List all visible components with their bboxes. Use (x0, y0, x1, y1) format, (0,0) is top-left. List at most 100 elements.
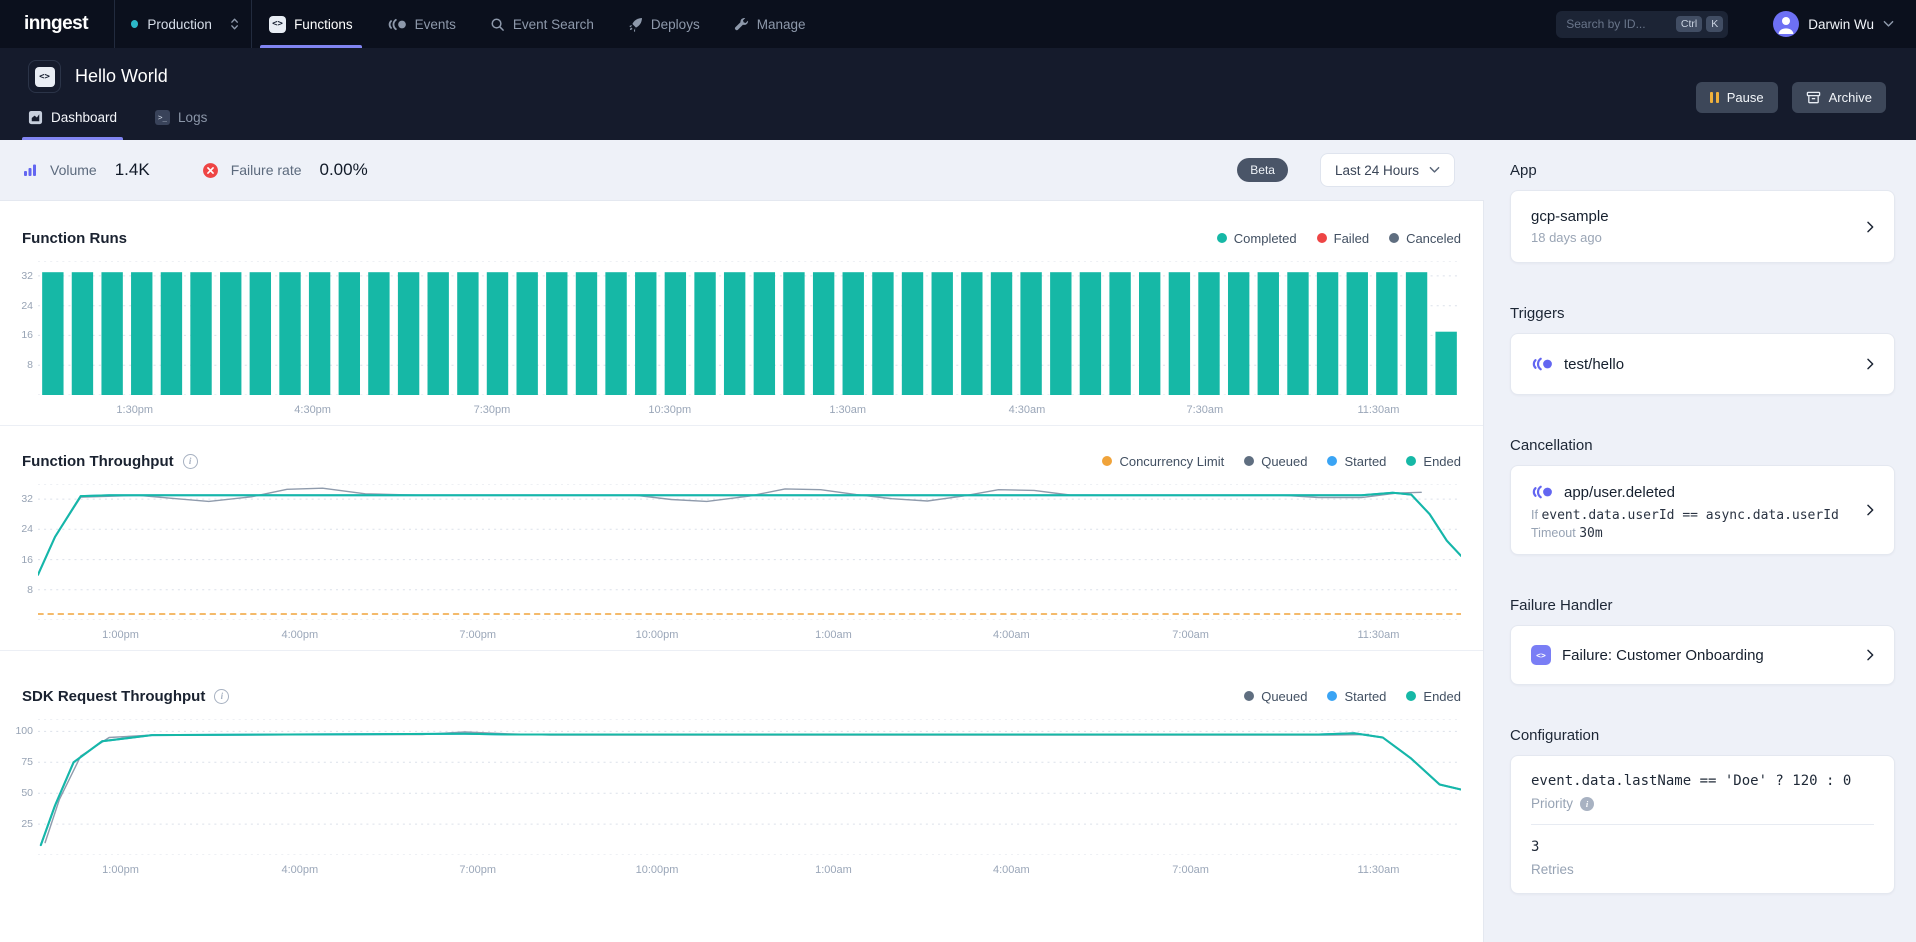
avatar (1773, 11, 1799, 37)
environment-label: Production (147, 17, 212, 32)
cancellation-event: app/user.deleted (1564, 484, 1675, 501)
functions-icon: <> (269, 16, 286, 33)
pause-button[interactable]: Pause (1696, 82, 1778, 113)
cancellation-card[interactable]: app/user.deleted If event.data.userId ==… (1510, 465, 1895, 555)
environment-status-dot (131, 20, 138, 28)
time-range-select[interactable]: Last 24 Hours (1320, 153, 1455, 187)
nav-event-search[interactable]: Event Search (473, 0, 611, 48)
y-axis-labels: 8162432 (12, 484, 38, 620)
terminal-icon: >_ (155, 110, 170, 125)
priority-label: Priority i (1531, 796, 1874, 811)
legend-dot (1217, 233, 1227, 243)
chevron-right-icon (1862, 647, 1878, 663)
legend-dot (1102, 456, 1112, 466)
cancellation-heading: Cancellation (1510, 437, 1895, 455)
bar-plot (38, 261, 1461, 395)
search-box[interactable]: Ctrl K (1556, 11, 1728, 38)
legend-item[interactable]: Started (1327, 689, 1386, 704)
config-divider: 3 Retries (1531, 824, 1874, 877)
inngest-logo[interactable]: inngest (0, 0, 114, 48)
nav-events[interactable]: Events (370, 0, 473, 48)
legend-item[interactable]: Queued (1244, 454, 1307, 469)
chart-title: SDK Request Throughput (22, 688, 205, 705)
user-menu[interactable]: Darwin Wu (1751, 11, 1916, 37)
x-axis-labels: 1:30pm4:30pm7:30pm10:30pm1:30am4:30am7:3… (38, 395, 1461, 425)
chevron-right-icon (1862, 502, 1878, 518)
user-name: Darwin Wu (1808, 17, 1874, 32)
cancellation-timeout: Timeout 30m (1531, 526, 1850, 541)
legend-item[interactable]: Canceled (1389, 231, 1461, 246)
legend-item[interactable]: Completed (1217, 231, 1297, 246)
archive-icon (1806, 90, 1821, 105)
legend-item[interactable]: Ended (1406, 454, 1461, 469)
chart-legend: Queued Started Ended (1244, 689, 1461, 704)
legend-item[interactable]: Ended (1406, 689, 1461, 704)
failure-rate-value: 0.00% (320, 160, 368, 180)
function-throughput-chart: Function Throughput i Concurrency Limit Q… (0, 426, 1483, 651)
legend-dot (1317, 233, 1327, 243)
chevron-up-down-icon (230, 17, 239, 31)
legend-dot (1406, 456, 1416, 466)
legend-item[interactable]: Failed (1317, 231, 1369, 246)
configuration-card: event.data.lastName == 'Doe' ? 120 : 0 P… (1510, 755, 1895, 894)
chart-title: Function Throughput (22, 453, 174, 470)
charts-panel: Function Runs Completed Failed Canceled 81… (0, 200, 1484, 942)
tab-dashboard[interactable]: Dashboard (28, 110, 117, 140)
legend-dot (1244, 691, 1254, 701)
event-trigger-icon (1531, 357, 1553, 371)
app-heading: App (1510, 162, 1895, 180)
triggers-heading: Triggers (1510, 305, 1895, 323)
trigger-name: test/hello (1564, 356, 1624, 373)
top-nav: inngest Production <> Functions Events (0, 0, 1916, 48)
line-plot (38, 484, 1461, 620)
app-last-deploy: 18 days ago (1531, 230, 1850, 245)
y-axis-labels: 8162432 (12, 261, 38, 395)
chart-title: Function Runs (22, 230, 127, 247)
details-sidebar: App gcp-sample 18 days ago Triggers test… (1484, 140, 1916, 942)
sdk-request-throughput-chart: SDK Request Throughput i Queued Started En… (0, 651, 1483, 942)
nav-functions[interactable]: <> Functions (252, 0, 370, 48)
nav-deploys[interactable]: Deploys (611, 0, 717, 48)
shortcut-ctrl-badge: Ctrl (1676, 16, 1702, 33)
failure-handler-heading: Failure Handler (1510, 597, 1895, 615)
chevron-down-icon (1429, 166, 1440, 174)
y-axis-labels: 255075100 (12, 719, 38, 855)
legend-dot (1244, 456, 1254, 466)
legend-dot (1327, 691, 1337, 701)
failure-handler-card[interactable]: <> Failure: Customer Onboarding (1510, 625, 1895, 685)
info-icon[interactable]: i (183, 454, 198, 469)
legend-dot (1327, 456, 1337, 466)
legend-item[interactable]: Started (1327, 454, 1386, 469)
legend-item[interactable]: Queued (1244, 689, 1307, 704)
info-icon[interactable]: i (214, 689, 229, 704)
configuration-heading: Configuration (1510, 727, 1895, 745)
trigger-card[interactable]: test/hello (1510, 333, 1895, 395)
failure-rate-label: Failure rate (231, 162, 302, 178)
legend-item[interactable]: Concurrency Limit (1102, 454, 1224, 469)
retries-value: 3 (1531, 838, 1874, 857)
chart-legend: Completed Failed Canceled (1217, 231, 1461, 246)
function-icon: <> (28, 60, 61, 93)
dashboard-icon (28, 110, 43, 125)
event-trigger-icon (1531, 485, 1553, 499)
app-card[interactable]: gcp-sample 18 days ago (1510, 190, 1895, 263)
priority-expression: event.data.lastName == 'Doe' ? 120 : 0 (1531, 772, 1874, 791)
nav-manage[interactable]: Manage (717, 0, 823, 48)
volume-value: 1.4K (115, 160, 150, 180)
page-title: Hello World (75, 66, 168, 87)
shortcut-k-badge: K (1706, 16, 1723, 33)
archive-button[interactable]: Archive (1792, 82, 1886, 113)
environment-selector[interactable]: Production (115, 0, 251, 48)
wrench-icon (734, 17, 749, 32)
tab-logs[interactable]: >_ Logs (155, 110, 207, 140)
volume-icon (22, 162, 38, 178)
retries-label: Retries (1531, 862, 1874, 877)
info-icon[interactable]: i (1580, 797, 1594, 811)
volume-label: Volume (50, 162, 97, 178)
events-icon (387, 18, 407, 31)
search-input[interactable] (1566, 17, 1672, 31)
legend-dot (1406, 691, 1416, 701)
stats-bar: Volume 1.4K Failure rate 0.00% Beta Last… (0, 140, 1484, 200)
x-axis-labels: 1:00pm4:00pm7:00pm10:00pm1:00am4:00am7:0… (38, 620, 1461, 650)
legend-dot (1389, 233, 1399, 243)
